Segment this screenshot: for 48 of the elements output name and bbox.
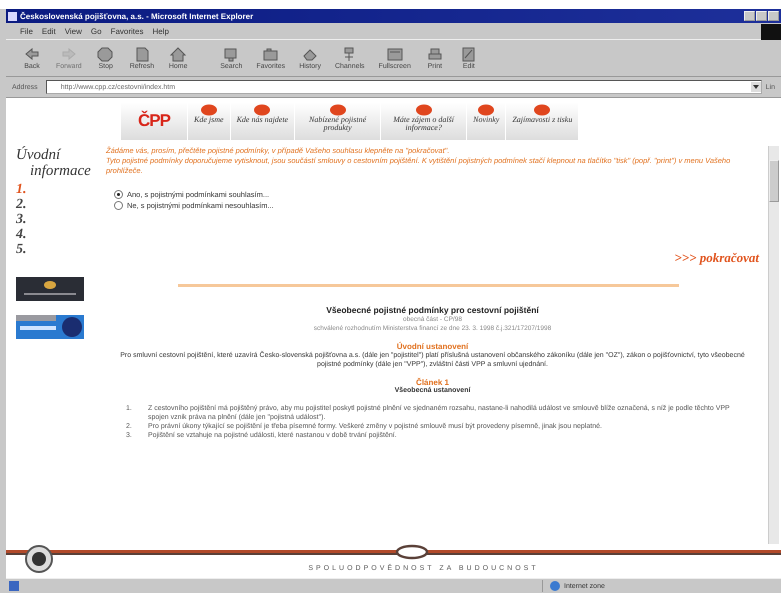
step-number: 2. xyxy=(16,196,28,212)
article-number: Článek 1 xyxy=(416,378,449,387)
nav-item[interactable]: Kde jsme xyxy=(187,102,230,140)
menu-item[interactable]: File xyxy=(20,26,33,36)
step-number: 4. xyxy=(16,226,28,242)
page-icon xyxy=(8,580,20,592)
toolbar-icon xyxy=(96,46,115,63)
step-number: 3. xyxy=(16,212,28,226)
nav-item[interactable]: Kde nás najdete xyxy=(230,102,294,140)
toolbar-icon xyxy=(60,46,78,63)
menu-item[interactable]: Favorites xyxy=(110,26,144,36)
document-title: Všeobecné pojistné podmínky pro cestovní pojištění xyxy=(325,305,540,315)
menu-item[interactable]: Help xyxy=(152,26,169,36)
toolbar-icon xyxy=(169,46,188,63)
close-button[interactable] xyxy=(768,11,779,21)
nav-icon xyxy=(198,104,219,116)
nav-icon xyxy=(476,104,496,116)
minimize-button[interactable] xyxy=(744,11,755,21)
nav-item[interactable]: Máte zájem o další informace? xyxy=(380,102,466,140)
radio-button[interactable] xyxy=(114,190,123,199)
step-number: 1. xyxy=(16,182,28,196)
logo[interactable]: ČPP xyxy=(121,102,187,140)
nav-icon xyxy=(252,104,272,116)
toolbar-icon xyxy=(386,46,404,63)
menu-item[interactable]: Go xyxy=(90,26,102,36)
window-title: Československá pojišťovna, a.s. - Microsoft Internet Explorer xyxy=(20,12,254,20)
banner-logo[interactable] xyxy=(16,314,84,338)
nav-item[interactable]: Novinky xyxy=(466,102,506,140)
radio-button[interactable] xyxy=(114,201,123,210)
scrollbar[interactable] xyxy=(768,146,779,544)
nav-icon xyxy=(532,104,552,116)
nav-icon xyxy=(328,104,348,116)
nav-item[interactable]: Zajímavosti z tisku xyxy=(505,102,578,140)
toolbar-icon xyxy=(23,46,41,63)
nav-item[interactable]: Nabízené pojistné produkty xyxy=(294,102,380,140)
maximize-button[interactable] xyxy=(756,11,767,21)
emblem-icon xyxy=(24,544,54,574)
menu-item[interactable]: View xyxy=(64,26,82,36)
section-heading: Úvodní ustanovení xyxy=(396,342,470,351)
globe-icon xyxy=(549,580,561,592)
menu-item[interactable]: Edit xyxy=(42,26,56,36)
step-number: 5. xyxy=(16,242,28,256)
dropdown-icon xyxy=(750,82,761,92)
toolbar-icon xyxy=(262,46,280,63)
nav-icon xyxy=(414,104,434,116)
section-title: Úvodní informace xyxy=(16,148,92,180)
continue-link[interactable]: >>> pokračovat xyxy=(674,250,759,266)
banner-logo[interactable] xyxy=(16,276,84,300)
